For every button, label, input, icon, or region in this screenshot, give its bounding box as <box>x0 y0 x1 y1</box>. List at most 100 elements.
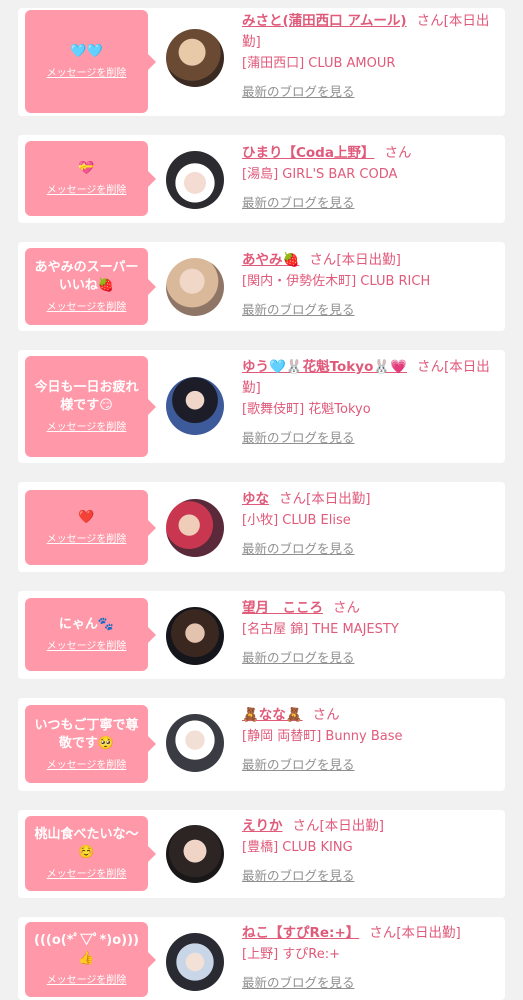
name-line: ゆな さん[本日出勤] <box>242 489 500 510</box>
cast-info: 🧸なな🧸 さん [静岡 両替町] Bunny Base 最新のブログを見る <box>242 705 500 773</box>
latest-blog-link[interactable]: 最新のブログを見る <box>242 84 355 100</box>
cast-name-link[interactable]: ゆな <box>242 491 269 507</box>
cast-info: ひまり【Coda上野】 さん [湯島] GIRL'S BAR CODA 最新のブロ… <box>242 143 500 211</box>
cast-name-link[interactable]: ひまり【Coda上野】 <box>242 145 374 161</box>
message-bubble: いつもご丁寧で尊敬です🥺 メッセージを削除 <box>25 705 156 783</box>
message-bubble: 今日も一日お疲れ様です😏 メッセージを削除 <box>25 356 156 457</box>
shop-name: [蒲田西口] CLUB AMOUR <box>242 56 396 71</box>
delete-message-link[interactable]: メッセージを削除 <box>47 868 127 881</box>
cast-name-link[interactable]: あやみ🍓 <box>242 252 299 268</box>
latest-blog-link[interactable]: 最新のブログを見る <box>242 975 355 991</box>
avatar[interactable] <box>166 151 224 209</box>
attendance-status: [本日出勤] <box>396 925 461 941</box>
avatar[interactable] <box>166 607 224 665</box>
favorite-card: 🩵🩵 メッセージを削除 みさと(蒲田西口 アムール) さん[本日出勤] [蒲田西口… <box>18 8 505 116</box>
cast-info: ゆう🩵🐰花魁Tokyo🐰💗 さん[本日出勤] [歌舞伎町] 花魁Tokyo 最新の… <box>242 357 500 446</box>
message-text: あやみのスーパーいいね🍓 <box>34 260 139 293</box>
shop-name: [名古屋 錦] THE MAJESTY <box>242 622 399 637</box>
avatar[interactable] <box>166 933 224 991</box>
message-bubble: にゃん🐾 メッセージを削除 <box>25 598 156 671</box>
name-line: ひまり【Coda上野】 さん <box>242 143 500 164</box>
honorific: さん <box>309 252 337 268</box>
honorific: さん <box>312 707 340 723</box>
cast-info: みさと(蒲田西口 アムール) さん[本日出勤] [蒲田西口] CLUB AMOUR… <box>242 11 500 100</box>
message-bubble: 💝 メッセージを削除 <box>25 141 156 216</box>
delete-message-link[interactable]: メッセージを削除 <box>47 184 127 197</box>
delete-message-link[interactable]: メッセージを削除 <box>47 67 127 80</box>
name-line: ねこ【すぴRe:+】 さん[本日出勤] <box>242 923 500 944</box>
message-text: 💝 <box>78 161 95 176</box>
message-bubble: 🩵🩵 メッセージを削除 <box>25 10 156 113</box>
honorific: さん <box>416 359 444 375</box>
latest-blog-link[interactable]: 最新のブログを見る <box>242 650 355 666</box>
cast-info: ねこ【すぴRe:+】 さん[本日出勤] [上野] すぴRe:+ 最新のブログを見る <box>242 923 500 991</box>
avatar[interactable] <box>166 499 224 557</box>
cast-name-link[interactable]: 望月 こころ <box>242 600 323 616</box>
avatar[interactable] <box>166 29 224 87</box>
cast-name-link[interactable]: ゆう🩵🐰花魁Tokyo🐰💗 <box>242 359 407 375</box>
favorite-card: あやみのスーパーいいね🍓 メッセージを削除 あやみ🍓 さん[本日出勤] [関内・伊… <box>18 242 505 331</box>
delete-message-link[interactable]: メッセージを削除 <box>47 759 127 772</box>
attendance-status: [本日出勤] <box>319 818 385 834</box>
message-bubble: ❤️ メッセージを削除 <box>25 490 156 565</box>
cast-info: えりか さん[本日出勤] [豊橋] CLUB KING 最新のブログを見る <box>242 816 500 884</box>
avatar[interactable] <box>166 258 224 316</box>
delete-message-link[interactable]: メッセージを削除 <box>47 421 127 434</box>
message-text: ❤️ <box>78 510 95 525</box>
latest-blog-link[interactable]: 最新のブログを見る <box>242 195 355 211</box>
delete-message-link[interactable]: メッセージを削除 <box>47 301 127 314</box>
delete-message-link[interactable]: メッセージを削除 <box>47 640 127 653</box>
message-bubble: あやみのスーパーいいね🍓 メッセージを削除 <box>25 248 156 325</box>
message-text: 桃山食べたいな〜☺️ <box>34 827 139 860</box>
favorite-card: ❤️ メッセージを削除 ゆな さん[本日出勤] [小牧] CLUB Elise 最… <box>18 482 505 572</box>
shop-name: [歌舞伎町] 花魁Tokyo <box>242 402 371 417</box>
attendance-status: [本日出勤] <box>306 491 371 507</box>
message-text: (((o(*ﾟ▽ﾟ*)o)))👍 <box>34 933 139 966</box>
honorific: さん <box>292 818 320 834</box>
latest-blog-link[interactable]: 最新のブログを見る <box>242 868 355 884</box>
avatar[interactable] <box>166 825 224 883</box>
cast-name-link[interactable]: みさと(蒲田西口 アムール) <box>242 13 407 29</box>
shop-name: [関内・伊勢佐木町] CLUB RICH <box>242 274 431 289</box>
message-bubble: 桃山食べたいな〜☺️ メッセージを削除 <box>25 816 156 891</box>
delete-message-link[interactable]: メッセージを削除 <box>47 533 127 546</box>
latest-blog-link[interactable]: 最新のブログを見る <box>242 757 355 773</box>
avatar[interactable] <box>166 377 224 435</box>
favorite-card: いつもご丁寧で尊敬です🥺 メッセージを削除 🧸なな🧸 さん [静岡 両替町] Bu… <box>18 698 505 791</box>
name-line: ゆう🩵🐰花魁Tokyo🐰💗 さん[本日出勤] <box>242 357 500 399</box>
shop-name: [上野] すぴRe:+ <box>242 947 340 962</box>
shop-name: [小牧] CLUB Elise <box>242 513 351 528</box>
cast-name-link[interactable]: えりか <box>242 818 283 834</box>
message-bubble: (((o(*ﾟ▽ﾟ*)o)))👍 メッセージを削除 <box>25 922 156 997</box>
cast-info: あやみ🍓 さん[本日出勤] [関内・伊勢佐木町] CLUB RICH 最新のブログ… <box>242 250 500 318</box>
cast-info: 望月 こころ さん [名古屋 錦] THE MAJESTY 最新のブログを見る <box>242 598 500 666</box>
favorite-card: 💝 メッセージを削除 ひまり【Coda上野】 さん [湯島] GIRL'S BAR… <box>18 135 505 223</box>
message-text: いつもご丁寧で尊敬です🥺 <box>34 717 139 751</box>
favorite-card: 桃山食べたいな〜☺️ メッセージを削除 えりか さん[本日出勤] [豊橋] CLU… <box>18 810 505 898</box>
shop-name: [静岡 両替町] Bunny Base <box>242 729 403 744</box>
message-text: 今日も一日お疲れ様です😏 <box>34 380 139 413</box>
favorite-card: 今日も一日お疲れ様です😏 メッセージを削除 ゆう🩵🐰花魁Tokyo🐰💗 さん[本日… <box>18 350 505 463</box>
honorific: さん <box>333 600 360 616</box>
latest-blog-link[interactable]: 最新のブログを見る <box>242 302 355 318</box>
delete-message-link[interactable]: メッセージを削除 <box>47 974 127 987</box>
cast-name-link[interactable]: 🧸なな🧸 <box>242 707 303 723</box>
latest-blog-link[interactable]: 最新のブログを見る <box>242 430 355 446</box>
cast-name-link[interactable]: ねこ【すぴRe:+】 <box>242 925 359 941</box>
message-text: 🩵🩵 <box>70 44 103 59</box>
attendance-status: [本日出勤] <box>336 252 401 268</box>
honorific: さん <box>369 925 397 941</box>
honorific: さん <box>279 491 306 507</box>
name-line: 🧸なな🧸 さん <box>242 705 500 726</box>
honorific: さん <box>416 13 444 29</box>
shop-name: [湯島] GIRL'S BAR CODA <box>242 167 398 182</box>
favorite-card: (((o(*ﾟ▽ﾟ*)o)))👍 メッセージを削除 ねこ【すぴRe:+】 さん[本… <box>18 917 505 1000</box>
name-line: みさと(蒲田西口 アムール) さん[本日出勤] <box>242 11 500 53</box>
avatar[interactable] <box>166 714 224 772</box>
cast-info: ゆな さん[本日出勤] [小牧] CLUB Elise 最新のブログを見る <box>242 489 500 557</box>
message-text: にゃん🐾 <box>58 617 115 632</box>
shop-name: [豊橋] CLUB KING <box>242 840 353 855</box>
favorite-card: にゃん🐾 メッセージを削除 望月 こころ さん [名古屋 錦] THE MAJES… <box>18 591 505 679</box>
latest-blog-link[interactable]: 最新のブログを見る <box>242 541 355 557</box>
name-line: 望月 こころ さん <box>242 598 500 619</box>
